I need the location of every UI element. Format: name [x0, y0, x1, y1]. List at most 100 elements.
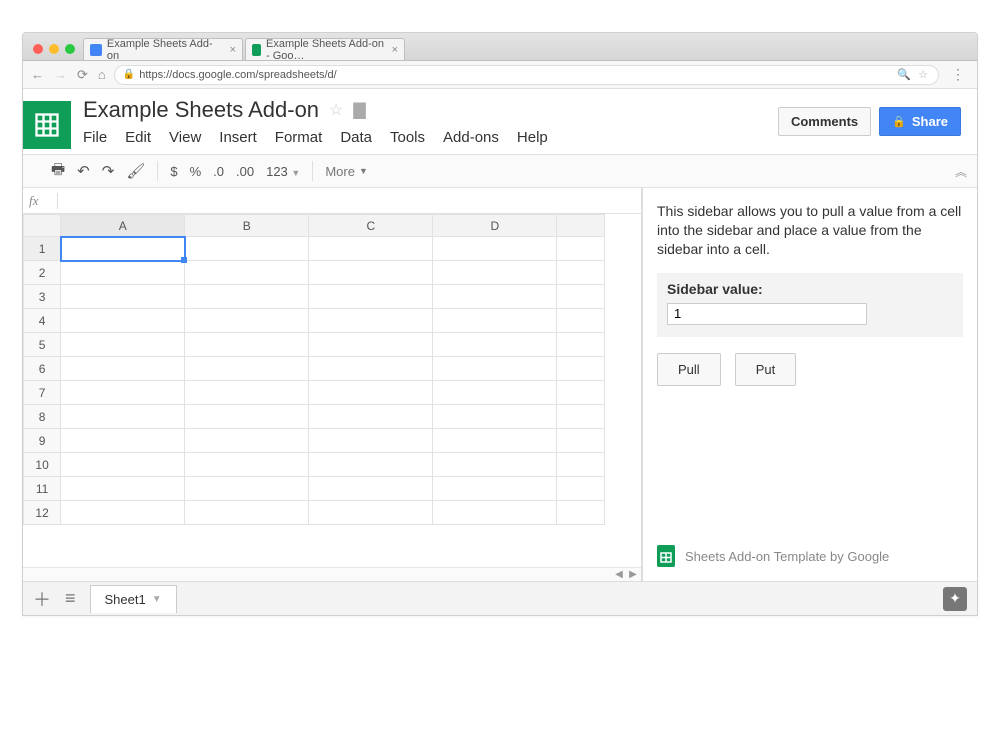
cell[interactable] — [309, 309, 433, 333]
put-button[interactable]: Put — [735, 353, 797, 386]
row-header[interactable]: 11 — [24, 477, 61, 501]
increase-decimal-button[interactable]: .00 — [236, 164, 254, 179]
cell[interactable] — [61, 333, 185, 357]
reload-icon[interactable]: ⟳ — [77, 67, 88, 83]
back-icon[interactable]: ← — [31, 67, 44, 83]
col-header-b[interactable]: B — [185, 215, 309, 237]
browser-menu-icon[interactable]: ⋮ — [947, 66, 969, 83]
select-all-corner[interactable] — [24, 215, 61, 237]
toolbar-more-button[interactable]: More ▼ — [325, 164, 368, 179]
print-icon[interactable]: 🖶 — [51, 159, 65, 184]
cell[interactable] — [433, 429, 557, 453]
cell[interactable] — [61, 453, 185, 477]
cell[interactable] — [185, 477, 309, 501]
maximize-window-icon[interactable] — [65, 44, 75, 54]
cell[interactable] — [185, 309, 309, 333]
cell[interactable] — [557, 405, 605, 429]
folder-icon[interactable]: ▇ — [353, 100, 365, 120]
row-header[interactable]: 6 — [24, 357, 61, 381]
redo-icon[interactable]: ↷ — [102, 162, 115, 180]
share-button[interactable]: 🔒 Share — [879, 107, 961, 136]
decrease-decimal-button[interactable]: .0 — [213, 164, 224, 179]
cell[interactable] — [309, 381, 433, 405]
cell[interactable] — [61, 381, 185, 405]
close-window-icon[interactable] — [33, 44, 43, 54]
cell[interactable] — [61, 285, 185, 309]
formula-input[interactable] — [64, 193, 635, 208]
sheets-logo-icon[interactable] — [23, 101, 71, 149]
row-header[interactable]: 5 — [24, 333, 61, 357]
browser-tab-2[interactable]: Example Sheets Add-on - Goo… × — [245, 38, 405, 60]
cell[interactable] — [309, 357, 433, 381]
browser-tab-1[interactable]: Example Sheets Add-on × — [83, 38, 243, 60]
horizontal-scrollbar[interactable]: ◀ ▶ — [23, 567, 641, 581]
cell[interactable] — [433, 501, 557, 525]
cell[interactable] — [185, 357, 309, 381]
cell[interactable] — [309, 477, 433, 501]
cell[interactable] — [557, 429, 605, 453]
menu-data[interactable]: Data — [340, 129, 372, 146]
cell[interactable] — [185, 261, 309, 285]
home-icon[interactable]: ⌂ — [98, 67, 106, 83]
col-header-c[interactable]: C — [309, 215, 433, 237]
cell[interactable] — [309, 501, 433, 525]
row-header[interactable]: 3 — [24, 285, 61, 309]
cell[interactable] — [185, 237, 309, 261]
menu-file[interactable]: File — [83, 129, 107, 146]
menu-insert[interactable]: Insert — [219, 129, 257, 146]
number-format-button[interactable]: 123 ▼ — [266, 164, 300, 179]
cell[interactable] — [309, 285, 433, 309]
cell[interactable] — [433, 453, 557, 477]
add-sheet-icon[interactable]: ＋ — [33, 586, 51, 612]
pull-button[interactable]: Pull — [657, 353, 721, 386]
all-sheets-icon[interactable]: ≡ — [65, 588, 76, 609]
row-header[interactable]: 2 — [24, 261, 61, 285]
menu-tools[interactable]: Tools — [390, 129, 425, 146]
row-header[interactable]: 8 — [24, 405, 61, 429]
cell[interactable] — [61, 261, 185, 285]
forward-icon[interactable]: → — [54, 67, 67, 83]
document-title[interactable]: Example Sheets Add-on — [83, 97, 319, 123]
menu-addons[interactable]: Add-ons — [443, 129, 499, 146]
cell[interactable] — [309, 261, 433, 285]
menu-edit[interactable]: Edit — [125, 129, 151, 146]
cell[interactable] — [433, 333, 557, 357]
cell[interactable] — [61, 309, 185, 333]
cell[interactable] — [185, 381, 309, 405]
cell[interactable] — [309, 333, 433, 357]
currency-button[interactable]: $ — [170, 164, 177, 179]
star-icon[interactable]: ☆ — [329, 100, 343, 120]
cell[interactable] — [185, 453, 309, 477]
comments-button[interactable]: Comments — [778, 107, 871, 136]
scroll-left-icon[interactable]: ◀ — [613, 569, 625, 580]
cell[interactable] — [185, 501, 309, 525]
scroll-right-icon[interactable]: ▶ — [627, 569, 639, 580]
cell[interactable] — [309, 405, 433, 429]
cell[interactable] — [433, 357, 557, 381]
cell[interactable] — [309, 237, 433, 261]
sheet-tab-active[interactable]: Sheet1 ▼ — [90, 585, 177, 613]
cell[interactable] — [61, 357, 185, 381]
cell[interactable] — [185, 285, 309, 309]
close-tab-icon[interactable]: × — [392, 44, 398, 56]
cell[interactable] — [433, 309, 557, 333]
cell[interactable] — [433, 285, 557, 309]
row-header[interactable]: 9 — [24, 429, 61, 453]
cell[interactable] — [61, 429, 185, 453]
cell[interactable] — [557, 285, 605, 309]
cell[interactable] — [557, 309, 605, 333]
cell[interactable] — [557, 477, 605, 501]
percent-button[interactable]: % — [190, 164, 202, 179]
cell[interactable] — [309, 453, 433, 477]
cell[interactable] — [61, 405, 185, 429]
cell[interactable] — [185, 429, 309, 453]
row-header[interactable]: 12 — [24, 501, 61, 525]
cell[interactable] — [557, 501, 605, 525]
cell[interactable] — [557, 453, 605, 477]
sidebar-value-input[interactable] — [667, 303, 867, 325]
cell[interactable] — [433, 381, 557, 405]
menu-view[interactable]: View — [169, 129, 201, 146]
cell[interactable] — [185, 405, 309, 429]
cell[interactable] — [433, 477, 557, 501]
cell[interactable] — [309, 429, 433, 453]
